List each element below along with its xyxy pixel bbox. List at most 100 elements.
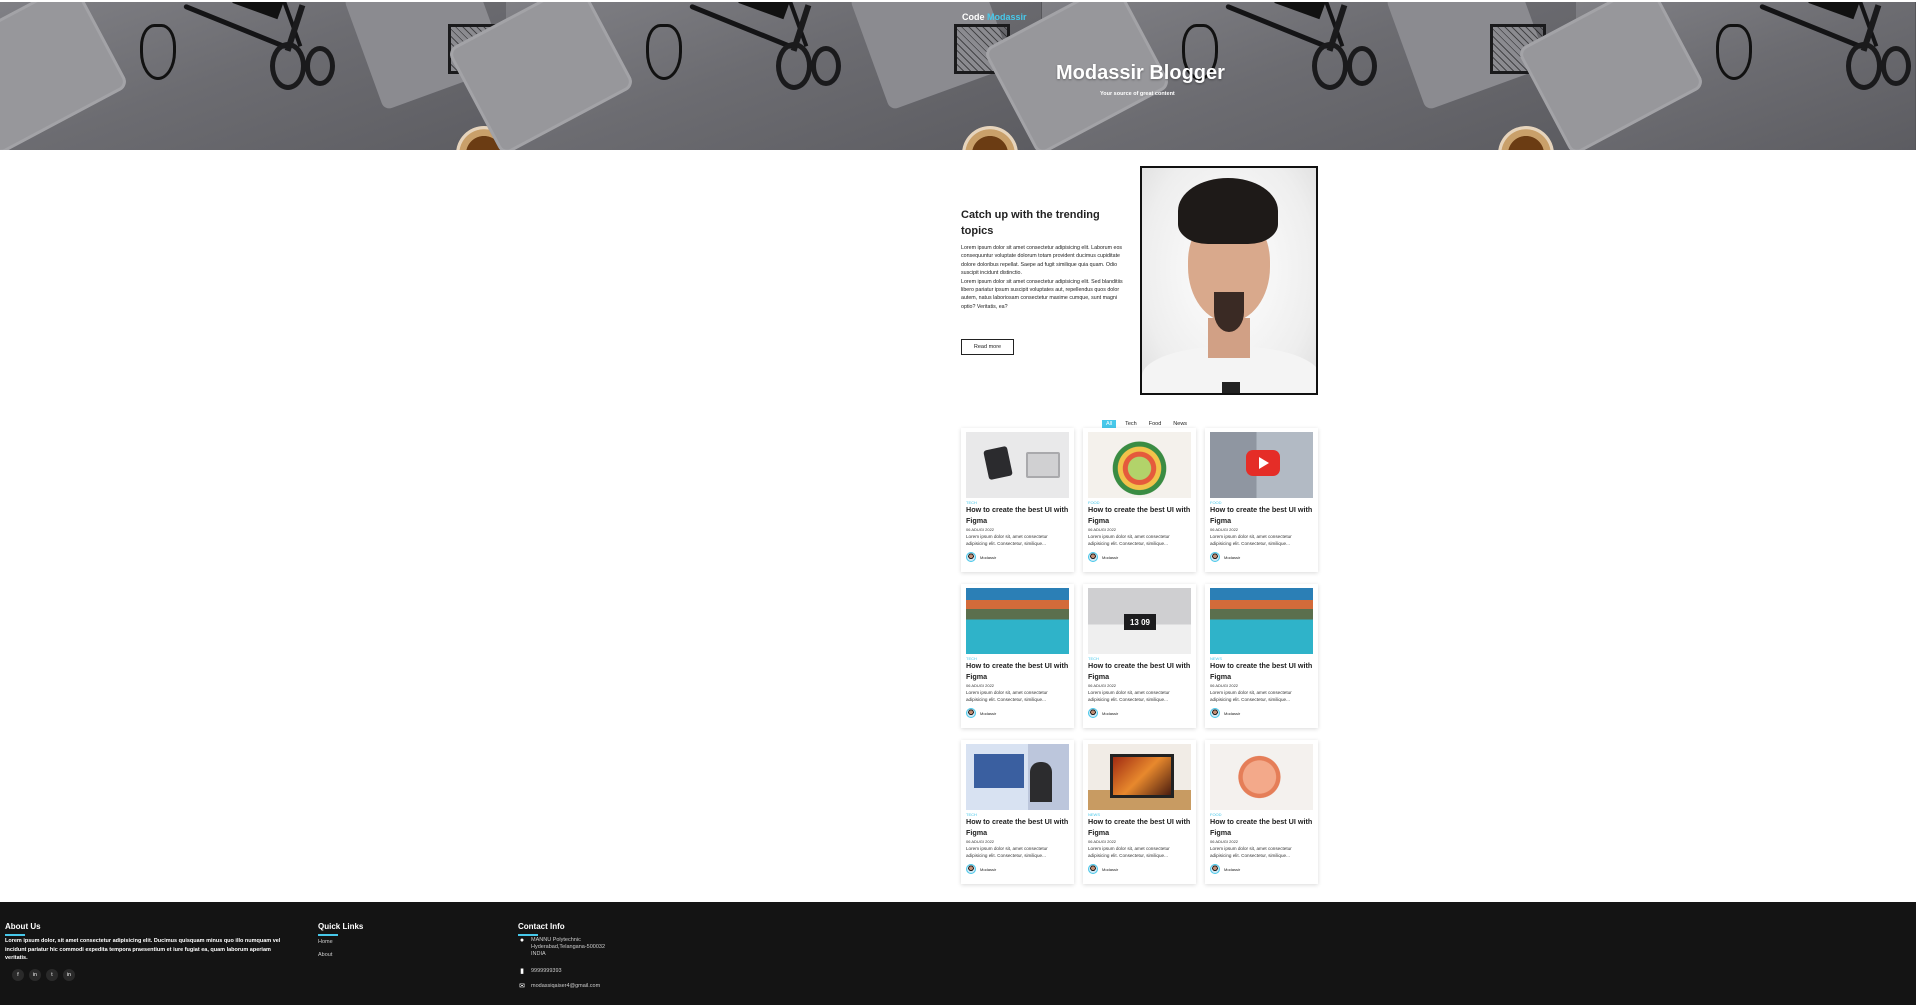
avatar: [966, 708, 976, 718]
site-logo[interactable]: Code Modassir: [962, 12, 1027, 22]
post-title[interactable]: How to create the best UI with Figma: [1088, 505, 1191, 526]
post-card[interactable]: TECH How to create the best UI with Figm…: [961, 428, 1074, 572]
post-title[interactable]: How to create the best UI with Figma: [1210, 817, 1313, 838]
intro-text: Lorem ipsum dolor sit amet consectetur a…: [961, 244, 1125, 311]
clock-display: 13 09: [1124, 614, 1156, 630]
site-footer: About Us Lorem ipsum dolor, sit amet con…: [0, 902, 1916, 1005]
post-author: Modassir: [1088, 708, 1191, 718]
tab-food[interactable]: Food: [1146, 420, 1165, 428]
post-thumbnail[interactable]: [966, 432, 1069, 498]
post-card[interactable]: NEWS How to create the best UI with Figm…: [1083, 740, 1196, 884]
youtube-play-icon: [1246, 450, 1280, 476]
avatar: [1088, 708, 1098, 718]
mail-icon: ✉: [519, 983, 525, 990]
instagram-icon[interactable]: in: [29, 969, 41, 981]
post-thumbnail[interactable]: [1210, 588, 1313, 654]
twitter-icon[interactable]: t: [46, 969, 58, 981]
intro-paragraph: Lorem ipsum dolor sit amet consectetur a…: [961, 245, 1123, 277]
footer-links-heading: Quick Links: [318, 922, 364, 936]
post-date: 06 ADUGI 2022: [1210, 683, 1239, 688]
post-thumbnail[interactable]: [1088, 432, 1191, 498]
post-title[interactable]: How to create the best UI with Figma: [1088, 661, 1191, 682]
post-date: 06 ADUGI 2022: [1210, 527, 1239, 532]
author-name: Modassir: [980, 866, 997, 872]
intro-paragraph: Lorem ipsum dolor sit amet consectetur a…: [961, 278, 1123, 310]
contact-phone: ▮ 9999999393: [518, 968, 562, 975]
post-excerpt: Lorem ipsum dolor sit, amet consectetur …: [1210, 690, 1292, 702]
post-card[interactable]: NEWS How to create the best UI with Figm…: [1205, 584, 1318, 728]
post-author: Modassir: [966, 708, 1069, 718]
post-date: 06 ADUGI 2022: [1210, 839, 1239, 844]
author-name: Modassir: [980, 554, 997, 560]
author-name: Modassir: [1102, 710, 1119, 716]
linkedin-icon[interactable]: in: [63, 969, 75, 981]
footer-link-home[interactable]: Home: [318, 936, 333, 949]
post-title[interactable]: How to create the best UI with Figma: [966, 817, 1069, 838]
hero-subtitle: Your source of great content: [1100, 91, 1175, 97]
footer-about-heading: About Us: [5, 922, 41, 936]
author-name: Modassir: [1224, 554, 1241, 560]
address-line: Hyderabad,Telangana-500032: [531, 944, 606, 950]
phone-icon: ▮: [520, 968, 524, 975]
post-thumbnail[interactable]: [1210, 432, 1313, 498]
post-card[interactable]: FOOD How to create the best UI with Figm…: [1205, 428, 1318, 572]
post-card[interactable]: TECH How to create the best UI with Figm…: [961, 740, 1074, 884]
post-author: Modassir: [1088, 552, 1191, 562]
post-title[interactable]: How to create the best UI with Figma: [966, 505, 1069, 526]
logo-accent: Modassir: [987, 12, 1027, 22]
post-excerpt: Lorem ipsum dolor sit, amet consectetur …: [1088, 846, 1170, 858]
post-author: Modassir: [966, 552, 1069, 562]
post-date: 06 ADUGI 2022: [966, 527, 995, 532]
social-links: f in t in: [12, 969, 75, 981]
avatar: [1210, 708, 1220, 718]
facebook-icon[interactable]: f: [12, 969, 24, 981]
tab-tech[interactable]: Tech: [1122, 420, 1140, 428]
avatar: [1210, 864, 1220, 874]
hero-background-tile: [0, 2, 536, 150]
footer-about-text: Lorem ipsum dolor, sit amet consectetur …: [5, 938, 281, 961]
hero-banner: Code Modassir Modassir Blogger Your sour…: [0, 2, 1916, 150]
post-excerpt: Lorem ipsum dolor sit, amet consectetur …: [1088, 690, 1170, 702]
post-thumbnail[interactable]: [966, 588, 1069, 654]
avatar: [1088, 864, 1098, 874]
post-title[interactable]: How to create the best UI with Figma: [1210, 661, 1313, 682]
post-grid: TECH How to create the best UI with Figm…: [961, 428, 1318, 884]
phone-number[interactable]: 9999999393: [531, 968, 562, 975]
author-name: Modassir: [1224, 866, 1241, 872]
post-thumbnail[interactable]: 13 09: [1088, 588, 1191, 654]
post-title[interactable]: How to create the best UI with Figma: [966, 661, 1069, 682]
post-thumbnail[interactable]: [966, 744, 1069, 810]
tab-all[interactable]: All: [1102, 420, 1117, 428]
post-date: 06 ADUGI 2022: [1088, 839, 1117, 844]
post-excerpt: Lorem ipsum dolor sit, amet consectetur …: [1210, 534, 1292, 546]
address-line: MANNU Polytechnic: [531, 937, 581, 943]
post-excerpt: Lorem ipsum dolor sit, amet consectetur …: [1210, 846, 1292, 858]
address-line: INDIA: [531, 951, 546, 957]
avatar: [1088, 552, 1098, 562]
post-excerpt: Lorem ipsum dolor sit, amet consectetur …: [966, 690, 1048, 702]
contact-address: ● MANNU Polytechnic Hyderabad,Telangana-…: [518, 937, 605, 958]
post-card[interactable]: TECH How to create the best UI with Figm…: [961, 584, 1074, 728]
read-more-button[interactable]: Read more: [961, 339, 1014, 355]
post-thumbnail[interactable]: [1088, 744, 1191, 810]
author-portrait: [1140, 166, 1318, 395]
avatar: [1210, 552, 1220, 562]
post-card[interactable]: FOOD How to create the best UI with Figm…: [1083, 428, 1196, 572]
post-title[interactable]: How to create the best UI with Figma: [1210, 505, 1313, 526]
logo-prefix: Code: [962, 12, 985, 22]
location-pin-icon: ●: [519, 937, 525, 944]
post-author: Modassir: [1088, 864, 1191, 874]
post-date: 06 ADUGI 2022: [966, 839, 995, 844]
post-card[interactable]: 13 09 TECH How to create the best UI wit…: [1083, 584, 1196, 728]
tab-news[interactable]: News: [1170, 420, 1190, 428]
post-title[interactable]: How to create the best UI with Figma: [1088, 817, 1191, 838]
contact-email: ✉ modassiqaiser4@gmail.com: [518, 983, 600, 990]
post-excerpt: Lorem ipsum dolor sit, amet consectetur …: [966, 534, 1048, 546]
footer-link-about[interactable]: About: [318, 949, 333, 962]
post-date: 06 ADUGI 2022: [1088, 683, 1117, 688]
email-address[interactable]: modassiqaiser4@gmail.com: [531, 983, 600, 990]
post-thumbnail[interactable]: [1210, 744, 1313, 810]
post-author: Modassir: [1210, 552, 1313, 562]
intro-heading: Catch up with the trending topics: [961, 209, 1100, 237]
post-card[interactable]: FOOD How to create the best UI with Figm…: [1205, 740, 1318, 884]
